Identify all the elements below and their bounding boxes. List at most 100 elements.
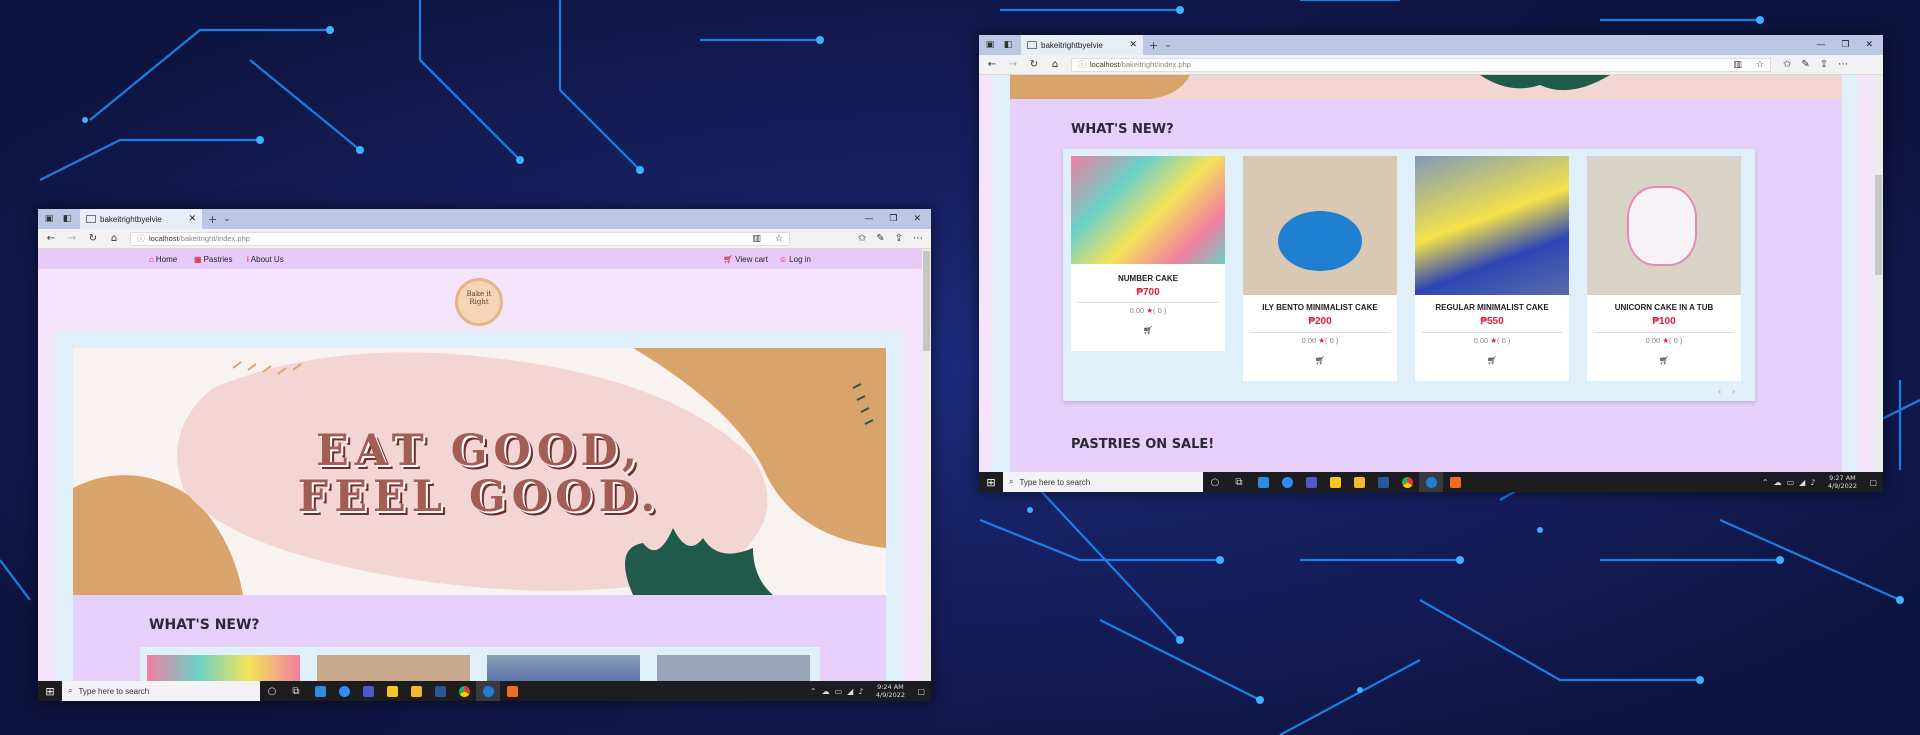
site-logo[interactable]: Bake it Right bbox=[455, 278, 503, 326]
file-explorer-icon[interactable] bbox=[1347, 472, 1371, 492]
pen-icon[interactable]: ✎ bbox=[1801, 59, 1809, 70]
volume-icon[interactable]: ♪ bbox=[1810, 478, 1815, 487]
sticky-notes-icon[interactable] bbox=[1323, 472, 1347, 492]
more-icon[interactable]: ⋯ bbox=[1838, 59, 1848, 70]
taskbar-search[interactable]: ⌕ Type here to search bbox=[62, 681, 260, 701]
xampp-icon[interactable] bbox=[500, 681, 524, 701]
product-card[interactable] bbox=[317, 655, 470, 681]
new-tab-icon[interactable]: + bbox=[208, 213, 217, 226]
scrollbar-thumb[interactable] bbox=[923, 251, 930, 351]
task-view-icon[interactable]: ⧉ bbox=[284, 681, 308, 701]
notification-icon[interactable]: ▢ bbox=[1869, 478, 1877, 487]
share-icon[interactable]: ⇪ bbox=[895, 233, 903, 244]
more-icon[interactable]: ⋯ bbox=[913, 233, 923, 244]
notification-icon[interactable]: ▢ bbox=[917, 687, 925, 696]
task-view-icon[interactable]: ⧉ bbox=[1227, 472, 1251, 492]
pen-icon[interactable]: ✎ bbox=[876, 233, 884, 244]
edge-icon[interactable] bbox=[476, 681, 500, 701]
tab-preview-icon[interactable]: ◧ bbox=[1001, 38, 1015, 52]
network-icon[interactable]: ◢ bbox=[1799, 478, 1805, 487]
teams-icon[interactable] bbox=[356, 681, 380, 701]
carousel-prev-icon[interactable]: ‹ bbox=[1718, 387, 1721, 396]
favorites-bar-icon[interactable]: ✩ bbox=[858, 233, 866, 244]
close-tab-icon[interactable]: ✕ bbox=[1129, 40, 1137, 50]
cart-icon[interactable]: 🛒︎ bbox=[1071, 326, 1225, 335]
windows-start-icon[interactable]: ⊞ bbox=[38, 685, 62, 698]
forward-arrow-icon[interactable]: → bbox=[64, 233, 80, 244]
clock[interactable]: 9:27 AM 4/9/2022 bbox=[1820, 474, 1864, 490]
word-icon[interactable] bbox=[1371, 472, 1395, 492]
reading-view-icon[interactable]: ▥ bbox=[752, 234, 761, 244]
new-tab-icon[interactable]: + bbox=[1149, 39, 1158, 52]
forward-arrow-icon[interactable]: → bbox=[1005, 59, 1021, 70]
cart-icon[interactable]: 🛒︎ bbox=[1415, 356, 1569, 365]
product-card[interactable]: NUMBER CAKE ₱700 0.00 ★( 0 ) 🛒︎ bbox=[1071, 156, 1225, 351]
zoom-icon[interactable] bbox=[332, 681, 356, 701]
back-arrow-icon[interactable]: ← bbox=[984, 59, 1000, 70]
reading-view-icon[interactable]: ▥ bbox=[1733, 60, 1742, 70]
chrome-icon[interactable] bbox=[452, 681, 476, 701]
vscode-icon[interactable] bbox=[308, 681, 332, 701]
address-bar[interactable]: ⓘ localhost/bakeitright/index.php ▥ ☆ bbox=[130, 231, 790, 246]
teams-icon[interactable] bbox=[1299, 472, 1323, 492]
clock[interactable]: 9:24 AM 4/9/2022 bbox=[868, 683, 912, 699]
share-icon[interactable]: ⇪ bbox=[1820, 59, 1828, 70]
restore-icon[interactable]: ❐ bbox=[889, 214, 897, 224]
minimize-icon[interactable]: — bbox=[864, 214, 873, 224]
cloud-icon[interactable]: ☁ bbox=[822, 687, 830, 696]
browser-tab[interactable]: bakeitrightbyelvie ✕ bbox=[1021, 35, 1143, 55]
close-tab-icon[interactable]: ✕ bbox=[188, 214, 196, 224]
sticky-notes-icon[interactable] bbox=[380, 681, 404, 701]
volume-icon[interactable]: ♪ bbox=[858, 687, 863, 696]
product-card[interactable] bbox=[487, 655, 640, 681]
windows-start-icon[interactable]: ⊞ bbox=[979, 476, 1003, 489]
back-arrow-icon[interactable]: ← bbox=[43, 233, 59, 244]
edge-icon[interactable] bbox=[1419, 472, 1443, 492]
nav-home[interactable]: ⌂ Home bbox=[149, 255, 177, 264]
minimize-icon[interactable]: — bbox=[1816, 40, 1825, 50]
carousel-next-icon[interactable]: › bbox=[1732, 387, 1735, 396]
close-window-icon[interactable]: ✕ bbox=[1865, 40, 1873, 50]
word-icon[interactable] bbox=[428, 681, 452, 701]
chevron-up-icon[interactable]: ⌃ bbox=[1762, 478, 1769, 487]
scrollbar-thumb[interactable] bbox=[1875, 175, 1882, 275]
refresh-icon[interactable]: ↻ bbox=[85, 233, 101, 244]
home-icon[interactable]: ⌂ bbox=[1047, 59, 1063, 70]
close-window-icon[interactable]: ✕ bbox=[913, 214, 921, 224]
product-card[interactable]: REGULAR MINIMALIST CAKE ₱550 0.00 ★( 0 )… bbox=[1415, 156, 1569, 381]
cart-icon[interactable]: 🛒︎ bbox=[1587, 356, 1741, 365]
scrollbar[interactable] bbox=[922, 249, 931, 681]
tab-actions-icon[interactable]: ▣ bbox=[42, 212, 56, 226]
nav-about[interactable]: i About Us bbox=[247, 255, 284, 264]
product-card[interactable] bbox=[147, 655, 300, 681]
address-bar[interactable]: ⓘ localhost/bakeitright/index.php ▥ ☆ bbox=[1071, 57, 1771, 72]
favorites-bar-icon[interactable]: ✩ bbox=[1783, 59, 1791, 70]
chevron-up-icon[interactable]: ⌃ bbox=[810, 687, 817, 696]
nav-cart[interactable]: 🛒︎ View cart bbox=[723, 255, 768, 264]
browser-tab[interactable]: bakeitrightbyelvie ✕ bbox=[80, 209, 202, 229]
product-card[interactable]: UNICORN CAKE IN A TUB ₱100 0.00 ★( 0 ) 🛒… bbox=[1587, 156, 1741, 381]
chevron-down-icon[interactable]: ⌄ bbox=[223, 214, 231, 224]
file-explorer-icon[interactable] bbox=[404, 681, 428, 701]
refresh-icon[interactable]: ↻ bbox=[1026, 59, 1042, 70]
star-icon[interactable]: ☆ bbox=[775, 234, 783, 244]
network-icon[interactable]: ◢ bbox=[847, 687, 853, 696]
restore-icon[interactable]: ❐ bbox=[1841, 40, 1849, 50]
battery-icon[interactable]: ▭ bbox=[835, 687, 843, 696]
star-icon[interactable]: ☆ bbox=[1756, 60, 1764, 70]
scrollbar[interactable] bbox=[1874, 75, 1883, 472]
nav-pastries[interactable]: ▦ Pastries bbox=[194, 255, 232, 264]
cortana-icon[interactable]: ○ bbox=[260, 681, 284, 701]
home-icon[interactable]: ⌂ bbox=[106, 233, 122, 244]
vscode-icon[interactable] bbox=[1251, 472, 1275, 492]
tab-preview-icon[interactable]: ◧ bbox=[60, 212, 74, 226]
product-card[interactable]: ILY BENTO MINIMALIST CAKE ₱200 0.00 ★( 0… bbox=[1243, 156, 1397, 381]
nav-login[interactable]: ☺︎ Log in bbox=[779, 255, 811, 264]
tab-actions-icon[interactable]: ▣ bbox=[983, 38, 997, 52]
chrome-icon[interactable] bbox=[1395, 472, 1419, 492]
xampp-icon[interactable] bbox=[1443, 472, 1467, 492]
cortana-icon[interactable]: ○ bbox=[1203, 472, 1227, 492]
cloud-icon[interactable]: ☁ bbox=[1774, 478, 1782, 487]
cart-icon[interactable]: 🛒︎ bbox=[1243, 356, 1397, 365]
taskbar-search[interactable]: ⌕ Type here to search bbox=[1003, 472, 1203, 492]
